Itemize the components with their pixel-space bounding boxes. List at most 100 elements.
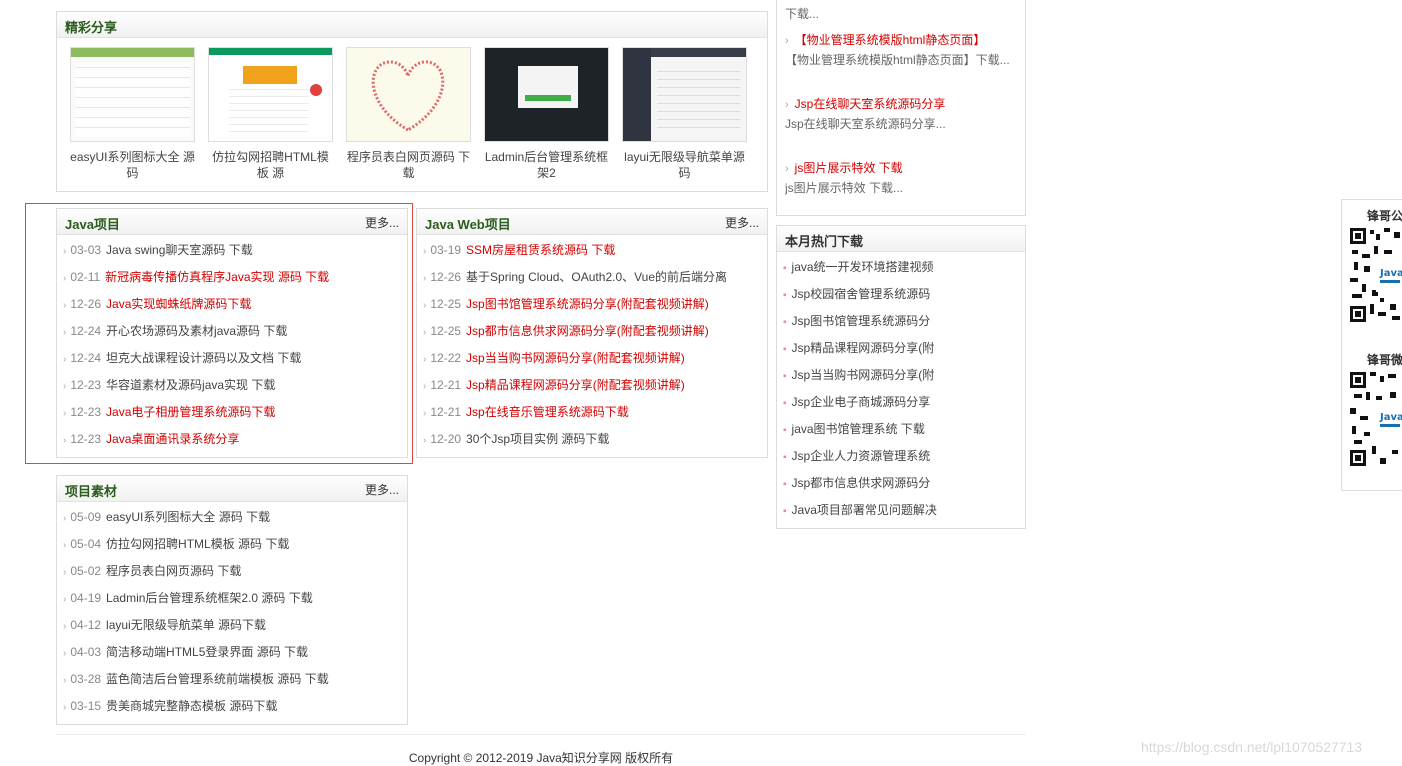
item-link[interactable]: SSM房屋租赁系统源码 下载: [466, 243, 615, 257]
list-item[interactable]: › 12-23 Java电子相册管理系统源码下载: [57, 399, 407, 426]
hot-item[interactable]: ▪ Jsp企业人力资源管理系统: [777, 443, 1025, 470]
hot-item-link[interactable]: Jsp都市信息供求网源码分: [792, 476, 931, 490]
share-thumbnail[interactable]: [208, 47, 333, 142]
recommend-item[interactable]: › Jsp在线聊天室系统源码分享 Jsp在线聊天室系统源码分享...: [777, 94, 1027, 158]
list-item[interactable]: › 12-23 Java桌面通讯录系统分享: [57, 426, 407, 453]
list-item[interactable]: › 03-28 蓝色简洁后台管理系统前端模板 源码 下载: [57, 666, 407, 693]
hot-item-link[interactable]: Jsp企业人力资源管理系统: [792, 449, 931, 463]
share-item[interactable]: 仿拉勾网招聘HTML模板 源: [208, 47, 333, 181]
item-date: 03-28: [70, 672, 102, 686]
share-caption[interactable]: Ladmin后台管理系统框架2: [484, 149, 609, 181]
list-item[interactable]: › 12-20 30个Jsp项目实例 源码下载: [417, 426, 767, 453]
list-item[interactable]: › 12-21 Jsp在线音乐管理系统源码下载: [417, 399, 767, 426]
list-item[interactable]: › 12-26 Java实现蜘蛛纸牌源码下载: [57, 291, 407, 318]
share-thumbnail[interactable]: [346, 47, 471, 142]
hot-item-link[interactable]: Jsp企业电子商城源码分享: [792, 395, 931, 409]
item-link[interactable]: Jsp都市信息供求网源码分享(附配套视频讲解): [466, 324, 709, 338]
item-link[interactable]: Java电子相册管理系统源码下载: [106, 405, 275, 419]
hot-item[interactable]: ▪ Jsp都市信息供求网源码分: [777, 470, 1025, 497]
item-link[interactable]: 30个Jsp项目实例 源码下载: [466, 432, 609, 446]
list-item[interactable]: › 03-03 Java swing聊天室源码 下载: [57, 237, 407, 264]
list-item[interactable]: › 12-23 华容道素材及源码java实现 下载: [57, 372, 407, 399]
chevron-right-icon: ›: [63, 513, 67, 524]
list-item[interactable]: › 12-24 坦克大战课程设计源码以及文档 下载: [57, 345, 407, 372]
item-link[interactable]: 新冠病毒传播仿真程序Java实现 源码 下载: [105, 270, 329, 284]
recommend-title[interactable]: 【物业管理系统模版html静态页面】: [795, 33, 986, 47]
share-thumbnail[interactable]: [70, 47, 195, 142]
item-link[interactable]: 坦克大战课程设计源码以及文档 下载: [106, 351, 301, 365]
recommend-item[interactable]: › js图片展示特效 下载 js图片展示特效 下载...: [777, 158, 1027, 222]
item-date: 12-23: [70, 405, 102, 419]
share-item[interactable]: layui无限级导航菜单源码: [622, 47, 747, 181]
item-link[interactable]: 程序员表白网页源码 下载: [106, 564, 241, 578]
java-more-link[interactable]: 更多...: [365, 214, 399, 231]
list-item[interactable]: › 02-11 新冠病毒传播仿真程序Java实现 源码 下载: [57, 264, 407, 291]
hot-item[interactable]: ▪ Jsp校园宿舍管理系统源码: [777, 281, 1025, 308]
recommend-title[interactable]: Jsp在线聊天室系统源码分享: [795, 97, 946, 111]
item-link[interactable]: 基于Spring Cloud、OAuth2.0、Vue的前后端分离: [466, 270, 727, 284]
hot-item-link[interactable]: Jsp当当购书网源码分享(附: [792, 368, 935, 382]
item-link[interactable]: 贵美商城完整静态模板 源码下载: [106, 699, 277, 713]
item-link[interactable]: Jsp当当购书网源码分享(附配套视频讲解): [466, 351, 685, 365]
share-caption[interactable]: layui无限级导航菜单源码: [622, 149, 747, 181]
list-item[interactable]: › 12-25 Jsp都市信息供求网源码分享(附配套视频讲解): [417, 318, 767, 345]
share-caption[interactable]: 仿拉勾网招聘HTML模板 源: [208, 149, 333, 181]
hot-item[interactable]: ▪ java统一开发环境搭建视频: [777, 254, 1025, 281]
hot-item[interactable]: ▪ Jsp企业电子商城源码分享: [777, 389, 1025, 416]
share-item[interactable]: easyUI系列图标大全 源码: [70, 47, 195, 181]
list-item[interactable]: › 05-04 仿拉勾网招聘HTML模板 源码 下载: [57, 531, 407, 558]
list-item[interactable]: › 03-19 SSM房屋租赁系统源码 下载: [417, 237, 767, 264]
item-link[interactable]: 仿拉勾网招聘HTML模板 源码 下载: [106, 537, 289, 551]
list-item[interactable]: › 12-21 Jsp精品课程网源码分享(附配套视频讲解): [417, 372, 767, 399]
material-more-link[interactable]: 更多...: [365, 481, 399, 498]
list-item[interactable]: › 12-26 基于Spring Cloud、OAuth2.0、Vue的前后端分离: [417, 264, 767, 291]
list-item[interactable]: › 04-03 简洁移动端HTML5登录界面 源码 下载: [57, 639, 407, 666]
item-link[interactable]: easyUI系列图标大全 源码 下载: [106, 510, 270, 524]
list-item[interactable]: › 12-25 Jsp图书馆管理系统源码分享(附配套视频讲解): [417, 291, 767, 318]
hot-item-link[interactable]: Jsp图书馆管理系统源码分: [792, 314, 931, 328]
share-header: 精彩分享: [57, 12, 767, 38]
hot-item-link[interactable]: Jsp校园宿舍管理系统源码: [792, 287, 931, 301]
hot-item-link[interactable]: Jsp精品课程网源码分享(附: [792, 341, 935, 355]
item-link[interactable]: Java实现蜘蛛纸牌源码下载: [106, 297, 251, 311]
hot-item-link[interactable]: Java项目部署常见问题解决: [792, 503, 937, 517]
item-link[interactable]: Ladmin后台管理系统框架2.0 源码 下载: [106, 591, 313, 605]
item-link[interactable]: 开心农场源码及素材java源码 下载: [106, 324, 287, 338]
item-link[interactable]: 简洁移动端HTML5登录界面 源码 下载: [106, 645, 308, 659]
hot-item[interactable]: ▪ Jsp当当购书网源码分享(附: [777, 362, 1025, 389]
share-caption[interactable]: 程序员表白网页源码 下载: [346, 149, 471, 181]
list-item[interactable]: › 12-24 开心农场源码及素材java源码 下载: [57, 318, 407, 345]
share-item[interactable]: 程序员表白网页源码 下载: [346, 47, 471, 181]
item-link[interactable]: Java swing聊天室源码 下载: [106, 243, 253, 257]
list-item[interactable]: › 05-09 easyUI系列图标大全 源码 下载: [57, 504, 407, 531]
list-item[interactable]: › 04-12 layui无限级导航菜单 源码下载: [57, 612, 407, 639]
recommend-item[interactable]: › 【物业管理系统模版html静态页面】 【物业管理系统模版html静态页面】下载.…: [777, 30, 1027, 94]
hot-item[interactable]: ▪ Jsp精品课程网源码分享(附: [777, 335, 1025, 362]
item-link[interactable]: 华容道素材及源码java实现 下载: [106, 378, 275, 392]
item-link[interactable]: Jsp在线音乐管理系统源码下载: [466, 405, 629, 419]
chevron-right-icon: ›: [423, 246, 427, 257]
list-item[interactable]: › 05-02 程序员表白网页源码 下载: [57, 558, 407, 585]
hot-item[interactable]: ▪ Java项目部署常见问题解决: [777, 497, 1025, 524]
item-link[interactable]: Jsp图书馆管理系统源码分享(附配套视频讲解): [466, 297, 709, 311]
share-item[interactable]: Ladmin后台管理系统框架2: [484, 47, 609, 181]
list-item[interactable]: › 12-22 Jsp当当购书网源码分享(附配套视频讲解): [417, 345, 767, 372]
item-link[interactable]: layui无限级导航菜单 源码下载: [106, 618, 266, 632]
item-link[interactable]: Jsp精品课程网源码分享(附配套视频讲解): [466, 378, 685, 392]
item-link[interactable]: 蓝色简洁后台管理系统前端模板 源码 下载: [106, 672, 329, 686]
hot-item-link[interactable]: java统一开发环境搭建视频: [792, 260, 934, 274]
hot-item-link[interactable]: java图书馆管理系统 下载: [792, 422, 925, 436]
share-thumbnail[interactable]: [484, 47, 609, 142]
javaweb-more-link[interactable]: 更多...: [725, 214, 759, 231]
share-thumbnail[interactable]: [622, 47, 747, 142]
recommend-title[interactable]: js图片展示特效 下载: [795, 161, 903, 175]
material-title: 项目素材: [65, 484, 118, 499]
chevron-right-icon: ›: [63, 408, 67, 419]
hot-item[interactable]: ▪ java图书馆管理系统 下载: [777, 416, 1025, 443]
list-item[interactable]: › 04-19 Ladmin后台管理系统框架2.0 源码 下载: [57, 585, 407, 612]
hot-item[interactable]: ▪ Jsp图书馆管理系统源码分: [777, 308, 1025, 335]
recommend-desc: 【物业管理系统模版html静态页面】下载...: [785, 53, 1010, 67]
item-link[interactable]: Java桌面通讯录系统分享: [106, 432, 239, 446]
list-item[interactable]: › 03-15 贵美商城完整静态模板 源码下载: [57, 693, 407, 720]
share-caption[interactable]: easyUI系列图标大全 源码: [70, 149, 195, 181]
